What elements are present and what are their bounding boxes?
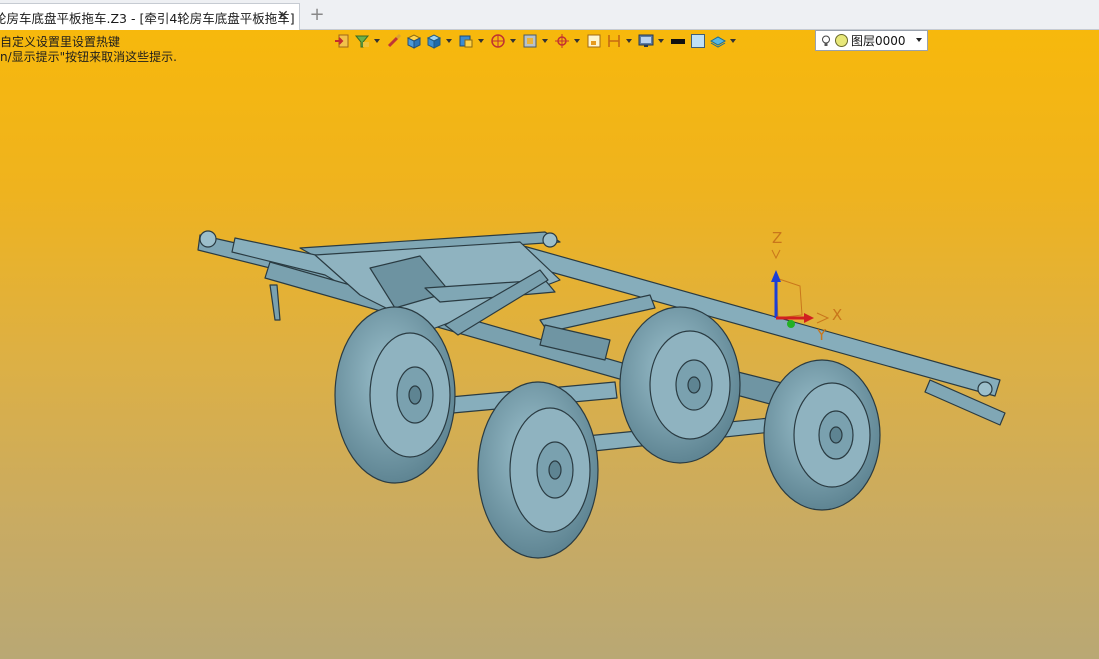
axis-label-x: X [832,306,842,324]
3d-viewport[interactable]: 自定义设置里设置热键 n/显示提示"按钮来取消这些提示. 图层0000 Z X … [0,30,1099,659]
axis-label-z: Z [772,229,782,247]
hitch-coupler [199,230,217,248]
new-tab-button[interactable]: + [308,5,326,25]
trailer-chassis-model[interactable]: Z X Y [0,30,1099,659]
wheel-front-left [334,306,456,484]
tab-strip: 轮房车底盘平板拖车.Z3 - [牵引4轮房车底盘平板拖车] ✕ + [0,0,1099,30]
wheel-front-right [619,306,741,464]
document-tab[interactable]: 轮房车底盘平板拖车.Z3 - [牵引4轮房车底盘平板拖车] ✕ [0,3,300,30]
document-tab-title: 轮房车底盘平板拖车.Z3 - [牵引4轮房车底盘平板拖车] [0,10,295,26]
axis-label-y: Y [816,326,827,344]
wheel-rear-right [763,359,881,511]
close-tab-icon[interactable]: ✕ [275,8,291,24]
wheel-rear-left [477,381,599,559]
